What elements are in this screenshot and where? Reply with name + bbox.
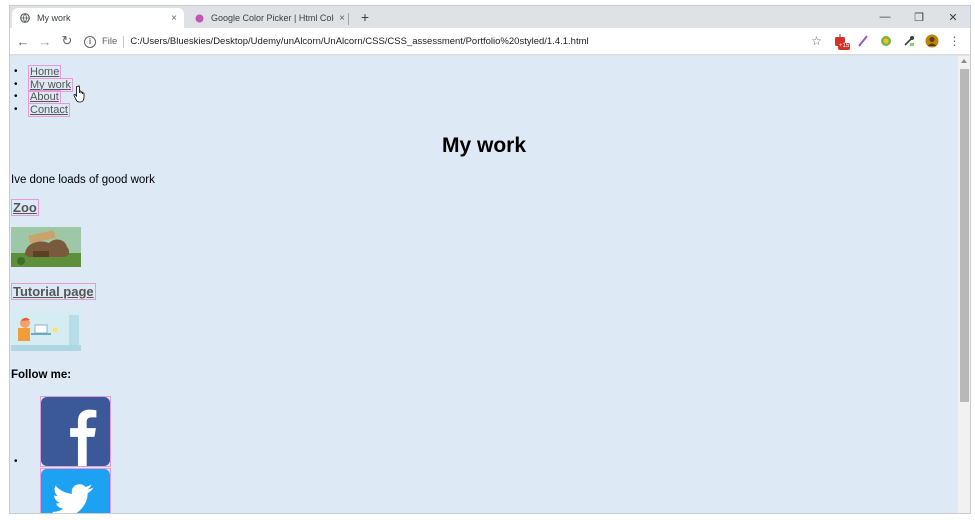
- tab-my-work[interactable]: My work ×: [12, 8, 184, 28]
- scroll-up-arrow-icon[interactable]: [961, 59, 967, 63]
- site-info-icon[interactable]: i: [84, 35, 96, 48]
- back-button[interactable]: ←: [14, 32, 32, 50]
- url-text[interactable]: C:/Users/Blueskies/Desktop/Udemy/unAlcor…: [130, 36, 588, 47]
- hand-cursor-icon: [73, 85, 85, 103]
- extension-badge-icon[interactable]: +15: [828, 32, 851, 50]
- page-viewport: Home My work About Contact My work Ive d…: [10, 56, 958, 514]
- nav-list: Home My work About Contact: [14, 65, 73, 117]
- tab-close-icon[interactable]: ×: [166, 13, 182, 24]
- browser-window: My work × Google Color Picker | Html Col…: [9, 5, 971, 514]
- extension-badge-count: +15: [838, 43, 851, 50]
- star-icon[interactable]: ☆: [805, 32, 828, 50]
- facebook-icon[interactable]: [40, 396, 111, 467]
- browser-toolbar: ← → ↻ i File C:/Users/Blueskies/Desktop/…: [10, 28, 970, 55]
- tutorial-thumbnail-image[interactable]: [11, 311, 81, 351]
- nav-link-home[interactable]: Home: [28, 65, 62, 79]
- project-link-zoo[interactable]: Zoo: [11, 199, 39, 216]
- toolbar-icons: ☆ +15 ⋮: [805, 32, 966, 50]
- nav-link-about[interactable]: About: [28, 90, 61, 104]
- forward-button[interactable]: →: [36, 32, 54, 50]
- restore-button[interactable]: ❐: [902, 6, 936, 28]
- color-extension-icon[interactable]: [874, 32, 897, 50]
- intro-text: Ive done loads of good work: [11, 174, 155, 186]
- twitter-icon[interactable]: [40, 468, 111, 514]
- tab-title: My work: [37, 13, 71, 23]
- profile-avatar[interactable]: [920, 32, 943, 50]
- scrollbar-thumb[interactable]: [960, 69, 969, 402]
- vertical-scrollbar[interactable]: [958, 56, 970, 513]
- url-scheme: File: [102, 36, 118, 47]
- minimize-button[interactable]: —: [868, 6, 902, 28]
- address-bar[interactable]: i File C:/Users/Blueskies/Desktop/Udemy/…: [84, 31, 922, 52]
- window-controls: — ❐ ✕: [868, 6, 970, 28]
- globe-icon: [20, 13, 30, 23]
- follow-heading: Follow me:: [11, 369, 72, 381]
- tab-title: Google Color Picker | Html Color: [211, 13, 334, 23]
- eyedropper-icon[interactable]: [897, 32, 920, 50]
- nav-item-home: Home: [14, 65, 73, 79]
- nav-link-contact[interactable]: Contact: [28, 102, 70, 117]
- menu-icon[interactable]: ⋮: [943, 32, 966, 50]
- feather-icon[interactable]: [851, 32, 874, 50]
- color-picker-favicon: [194, 13, 204, 23]
- project-link-tutorial-page[interactable]: Tutorial page: [11, 283, 96, 300]
- list-bullet: •: [14, 456, 18, 467]
- reload-button[interactable]: ↻: [58, 32, 76, 50]
- tab-separator: [348, 13, 349, 25]
- nav-item-about: About: [14, 90, 73, 104]
- page-title: My work: [441, 134, 527, 157]
- zoo-thumbnail-image[interactable]: [11, 227, 81, 267]
- nav-item-contact: Contact: [14, 102, 73, 117]
- close-window-button[interactable]: ✕: [936, 6, 970, 28]
- omnibox-divider: [123, 35, 125, 48]
- tab-strip: My work × Google Color Picker | Html Col…: [10, 6, 970, 28]
- new-tab-button[interactable]: +: [357, 9, 373, 25]
- tab-color-picker[interactable]: Google Color Picker | Html Color ×: [186, 8, 352, 28]
